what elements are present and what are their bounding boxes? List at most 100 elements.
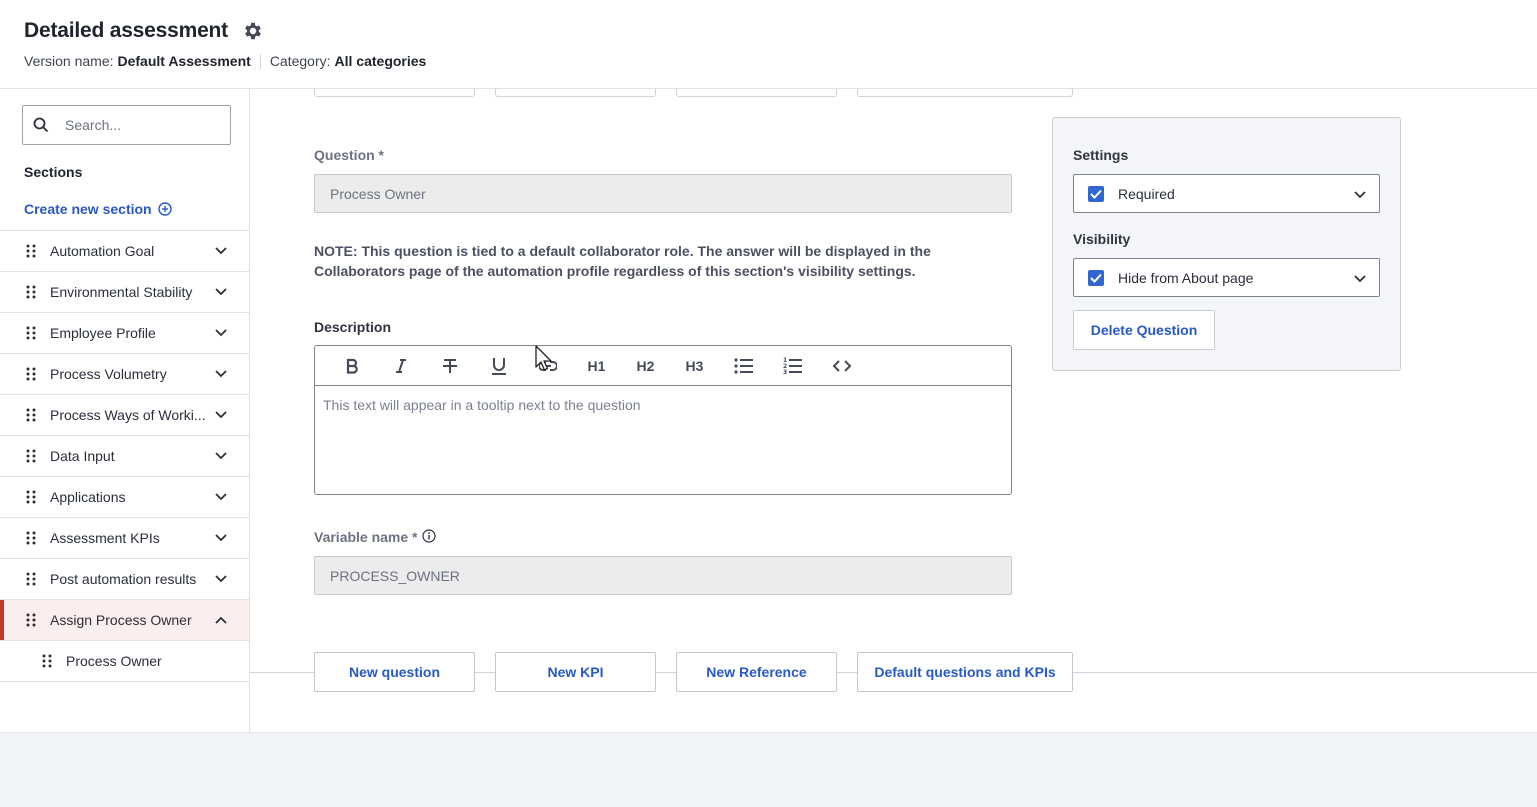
add-item-row: New question New KPI New Reference Defau… — [250, 652, 1537, 692]
checkbox-checked-icon[interactable] — [1088, 185, 1104, 202]
sidebar-item-label: Assign Process Owner — [50, 612, 192, 628]
sidebar-item-environmental-stability[interactable]: Environmental Stability — [0, 271, 249, 312]
chevron-down-icon[interactable] — [214, 368, 228, 380]
drag-handle-icon[interactable] — [26, 490, 36, 504]
description-label: Description — [314, 319, 392, 335]
italic-button[interactable] — [376, 351, 425, 381]
new-question-button[interactable]: New question — [314, 652, 475, 692]
sidebar-item-applications[interactable]: Applications — [0, 476, 249, 517]
new-reference-button[interactable]: New Reference — [676, 652, 837, 692]
drag-handle-icon[interactable] — [26, 449, 36, 463]
sidebar-item-assessment-kpis[interactable]: Assessment KPIs — [0, 517, 249, 558]
drag-handle-icon[interactable] — [26, 613, 36, 627]
sidebar-item-label: Environmental Stability — [50, 284, 193, 300]
sections-sidebar: Sections Create new section Automation G… — [0, 89, 250, 732]
new-kpi-button[interactable]: New KPI — [495, 652, 656, 692]
drag-handle-icon[interactable] — [26, 326, 36, 340]
hide-from-about-label: Hide from About page — [1118, 269, 1254, 286]
sidebar-item-label: Applications — [50, 489, 126, 505]
variable-name-label: Variable name * — [314, 529, 436, 545]
chevron-down-icon[interactable] — [214, 573, 228, 585]
code-button[interactable] — [817, 351, 866, 381]
sidebar-item-assign-process-owner[interactable]: Assign Process Owner — [0, 599, 249, 640]
meta-divider — [259, 53, 261, 69]
default-questions-button[interactable]: Default questions and KPIs — [857, 652, 1073, 692]
drag-handle-icon[interactable] — [26, 244, 36, 258]
search-icon — [33, 117, 49, 133]
category-value: All categories — [334, 53, 427, 69]
collaborator-note: NOTE: This question is tied to a default… — [314, 243, 931, 279]
sidebar-item-automation-goal[interactable]: Automation Goal — [0, 230, 249, 271]
sidebar-item-label: Process Volumetry — [50, 366, 167, 382]
drag-handle-icon[interactable] — [42, 654, 52, 668]
ghost-button[interactable] — [495, 89, 656, 97]
ghost-button[interactable] — [676, 89, 837, 97]
h3-button[interactable]: H3 — [670, 351, 719, 381]
sidebar-item-label: Post automation results — [50, 571, 197, 587]
chevron-down-icon[interactable] — [214, 327, 228, 339]
sidebar-item-label: Assessment KPIs — [50, 530, 160, 546]
plus-circle-icon — [157, 202, 172, 216]
version-label: Version name: — [24, 53, 114, 69]
gear-icon[interactable] — [242, 20, 264, 42]
delete-question-button[interactable]: Delete Question — [1073, 310, 1215, 350]
description-editor[interactable]: H1 H2 H3 123 This text will appear in a … — [314, 345, 1012, 495]
sections-heading: Sections — [24, 164, 83, 180]
h1-button[interactable]: H1 — [572, 351, 621, 381]
checkbox-checked-icon[interactable] — [1088, 269, 1104, 286]
drag-handle-icon[interactable] — [26, 285, 36, 299]
question-editor: Question * Process Owner NOTE: This ques… — [250, 89, 1537, 732]
bold-button[interactable] — [327, 351, 376, 381]
sidebar-item-label: Employee Profile — [50, 325, 156, 341]
strikethrough-button[interactable] — [425, 351, 474, 381]
link-button[interactable] — [523, 351, 572, 381]
drag-handle-icon[interactable] — [26, 572, 36, 586]
create-section-label: Create new section — [24, 201, 152, 217]
required-select[interactable]: Required — [1073, 174, 1380, 213]
ghost-button[interactable] — [857, 89, 1073, 97]
sidebar-item-label: Process Owner — [66, 653, 162, 669]
question-label: Question * — [314, 147, 385, 163]
drag-handle-icon[interactable] — [26, 531, 36, 545]
variable-name-label-text: Variable name * — [314, 529, 418, 545]
sidebar-subitem-process-owner[interactable]: Process Owner — [0, 640, 249, 681]
chevron-down-icon[interactable] — [214, 409, 228, 421]
sidebar-item-post-automation-results[interactable]: Post automation results — [0, 558, 249, 599]
h2-button[interactable]: H2 — [621, 351, 670, 381]
variable-name-value: PROCESS_OWNER — [330, 567, 460, 584]
sidebar-item-label: Data Input — [50, 448, 115, 464]
sidebar-item-employee-profile[interactable]: Employee Profile — [0, 312, 249, 353]
bulleted-list-button[interactable] — [719, 351, 768, 381]
ghost-button[interactable] — [314, 89, 475, 97]
drag-handle-icon[interactable] — [26, 408, 36, 422]
chevron-down-icon[interactable] — [214, 450, 228, 462]
page-title: Detailed assessment — [24, 19, 228, 42]
chevron-down-icon[interactable] — [214, 245, 228, 257]
info-icon[interactable] — [421, 529, 436, 543]
question-field[interactable]: Process Owner — [314, 174, 1012, 213]
sidebar-item-process-ways-of-working[interactable]: Process Ways of Worki... — [0, 394, 249, 435]
chevron-down-icon[interactable] — [214, 532, 228, 544]
visibility-select[interactable]: Hide from About page — [1073, 258, 1380, 297]
sidebar-item-process-volumetry[interactable]: Process Volumetry — [0, 353, 249, 394]
search-box[interactable] — [22, 105, 231, 145]
question-value: Process Owner — [330, 185, 426, 202]
underline-button[interactable] — [474, 351, 523, 381]
numbered-list-button[interactable]: 123 — [768, 351, 817, 381]
editor-toolbar: H1 H2 H3 123 — [315, 346, 1011, 386]
chevron-up-icon[interactable] — [214, 614, 228, 626]
version-value: Default Assessment — [117, 53, 251, 69]
sidebar-item-data-input[interactable]: Data Input — [0, 435, 249, 476]
sidebar-item-label: Process Ways of Worki... — [50, 407, 206, 423]
svg-text:3: 3 — [783, 369, 787, 375]
chevron-down-icon[interactable] — [214, 286, 228, 298]
create-section-link[interactable]: Create new section — [24, 201, 172, 217]
title-row: Detailed assessment — [24, 19, 264, 43]
description-text-area[interactable]: This text will appear in a tooltip next … — [315, 386, 1011, 424]
chevron-down-icon — [1354, 275, 1366, 283]
drag-handle-icon[interactable] — [26, 367, 36, 381]
variable-name-field[interactable]: PROCESS_OWNER — [314, 556, 1012, 595]
chevron-down-icon[interactable] — [214, 491, 228, 503]
search-input[interactable] — [65, 117, 225, 133]
list-divider — [0, 681, 249, 682]
